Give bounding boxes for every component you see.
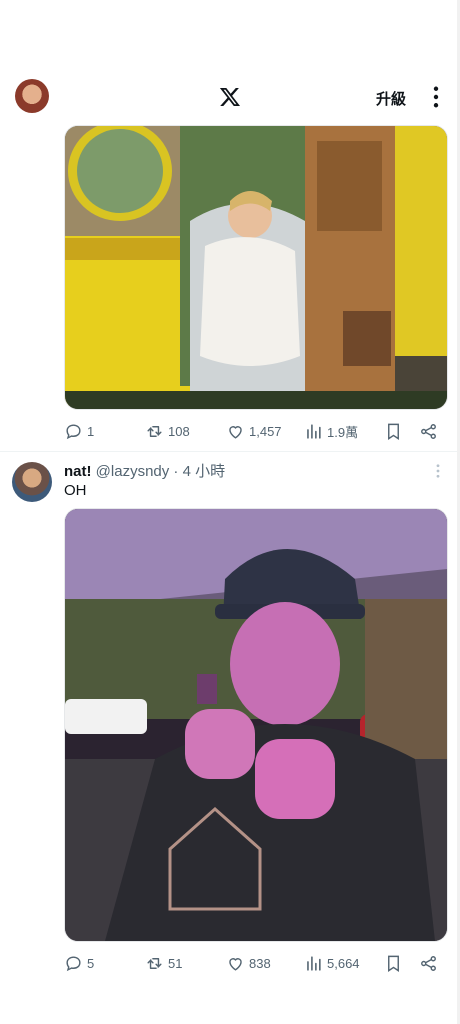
repost-button-2[interactable]: 51 bbox=[145, 952, 182, 974]
reply-icon bbox=[66, 423, 81, 439]
author-display-name[interactable]: nat! bbox=[64, 463, 92, 480]
tweet-2-media[interactable] bbox=[64, 508, 448, 942]
reply-button[interactable]: 1 bbox=[64, 420, 94, 442]
author-avatar[interactable] bbox=[12, 462, 52, 502]
bookmark-button[interactable] bbox=[384, 420, 403, 442]
heart-icon bbox=[229, 957, 242, 971]
views-chart-icon bbox=[307, 423, 321, 439]
tweet-1-media[interactable] bbox=[64, 125, 448, 410]
share-button-2[interactable] bbox=[419, 952, 438, 974]
profile-avatar[interactable] bbox=[15, 79, 49, 113]
tweet-2-text: OH bbox=[64, 482, 87, 499]
reply-button-2[interactable]: 5 bbox=[64, 952, 94, 974]
reply-icon bbox=[66, 955, 81, 971]
repost-icon bbox=[147, 425, 162, 437]
repost-button[interactable]: 108 bbox=[145, 420, 190, 442]
repost-count: 108 bbox=[168, 423, 190, 439]
more-vertical-icon[interactable] bbox=[428, 85, 444, 109]
upgrade-button[interactable]: 升級 bbox=[376, 88, 406, 109]
person-photo bbox=[65, 509, 447, 941]
like-button-2[interactable]: 838 bbox=[226, 952, 271, 974]
views-count-2: 5,664 bbox=[327, 955, 360, 971]
heart-icon bbox=[229, 425, 242, 439]
bookmark-icon bbox=[388, 423, 399, 440]
bookmark-button-2[interactable] bbox=[384, 952, 403, 974]
like-count-2: 838 bbox=[249, 955, 271, 971]
x-logo-icon[interactable] bbox=[216, 84, 244, 110]
views-button-2[interactable]: 5,664 bbox=[304, 952, 360, 974]
tweet-more-icon[interactable] bbox=[432, 462, 444, 480]
bookmark-icon bbox=[388, 955, 399, 972]
views-count: 1.9萬 bbox=[327, 424, 359, 440]
share-icon bbox=[421, 423, 436, 439]
reply-count: 1 bbox=[87, 423, 95, 439]
views-button[interactable]: 1.9萬 bbox=[304, 420, 358, 442]
reply-count-2: 5 bbox=[87, 955, 95, 971]
carriage-photo bbox=[65, 126, 447, 409]
tweet-divider bbox=[0, 451, 460, 452]
author-handle-and-time[interactable]: @lazysndy · 4 小時 bbox=[96, 463, 225, 480]
share-icon bbox=[421, 955, 436, 971]
share-button[interactable] bbox=[419, 420, 438, 442]
repost-icon bbox=[147, 957, 162, 969]
like-count: 1,457 bbox=[249, 423, 282, 439]
tweet-2-header: nat! @lazysndy · 4 小時 bbox=[64, 460, 424, 481]
like-button[interactable]: 1,457 bbox=[226, 420, 282, 442]
views-chart-icon bbox=[307, 955, 321, 971]
repost-count-2: 51 bbox=[168, 955, 183, 971]
